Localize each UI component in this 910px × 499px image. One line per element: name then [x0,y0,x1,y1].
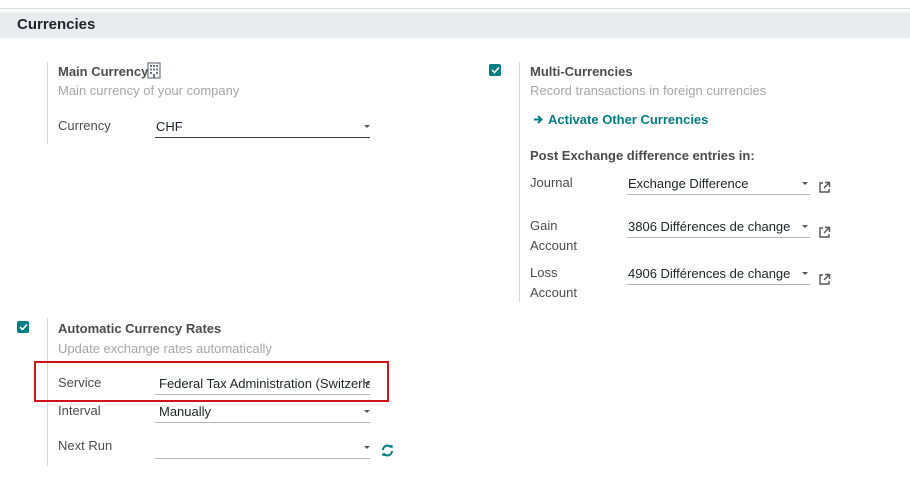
currency-select[interactable]: CHF [155,117,370,138]
auto-rates-title: Automatic Currency Rates [58,321,222,336]
company-building-icon [147,62,161,79]
service-select-value: Federal Tax Administration (Switzerland) [159,376,370,391]
interval-select-value: Manually [159,404,212,419]
chevron-down-icon [364,410,370,413]
main-currency-title: Main Currency [58,64,149,79]
auto-rates-checkbox[interactable] [17,321,29,333]
top-divider [0,8,910,9]
multi-currencies-title: Multi-Currencies [530,64,633,79]
service-select[interactable]: Federal Tax Administration (Switzerland) [155,374,370,395]
multi-currencies-divider [519,62,520,302]
section-title: Currencies [17,16,96,33]
external-link-icon[interactable] [818,273,831,286]
refresh-icon[interactable] [381,444,394,457]
gain-account-label-line2: Account [530,238,577,253]
post-exchange-heading: Post Exchange difference entries in: [530,148,755,163]
service-label: Service [58,375,102,390]
arrow-right-icon [533,114,544,125]
next-run-field[interactable] [155,438,370,459]
journal-select[interactable]: Exchange Difference [627,174,810,195]
activate-currencies-label: Activate Other Currencies [548,112,709,127]
external-link-icon[interactable] [818,181,831,194]
loss-account-label-line2: Account [530,285,577,300]
loss-account-label-line1: Loss [530,265,558,280]
main-currency-description: Main currency of your company [58,83,240,98]
journal-select-value: Exchange Difference [628,176,749,191]
chevron-down-icon [802,272,808,275]
gain-account-label-line1: Gain [530,218,558,233]
gain-account-value: 3806 Différences de change [628,219,791,234]
multi-currencies-checkbox[interactable] [489,64,501,76]
main-currency-divider [47,62,48,144]
interval-label: Interval [58,403,101,418]
section-header [0,12,910,38]
chevron-down-icon [802,225,808,228]
currency-label: Currency [58,118,111,133]
chevron-down-icon [364,446,370,449]
loss-account-value: 4906 Différences de change [628,266,791,281]
activate-currencies-link[interactable]: Activate Other Currencies [533,112,708,127]
gain-account-select[interactable]: 3806 Différences de change [627,217,810,238]
chevron-down-icon [364,382,370,385]
auto-rates-description: Update exchange rates automatically [58,341,272,356]
journal-label: Journal [530,175,573,190]
next-run-label: Next Run [58,438,113,453]
chevron-down-icon [364,125,370,128]
multi-currencies-description: Record transactions in foreign currencie… [530,83,767,98]
currency-select-value: CHF [156,119,183,134]
chevron-down-icon [802,182,808,185]
loss-account-select[interactable]: 4906 Différences de change [627,264,810,285]
interval-select[interactable]: Manually [155,402,370,423]
external-link-icon[interactable] [818,226,831,239]
